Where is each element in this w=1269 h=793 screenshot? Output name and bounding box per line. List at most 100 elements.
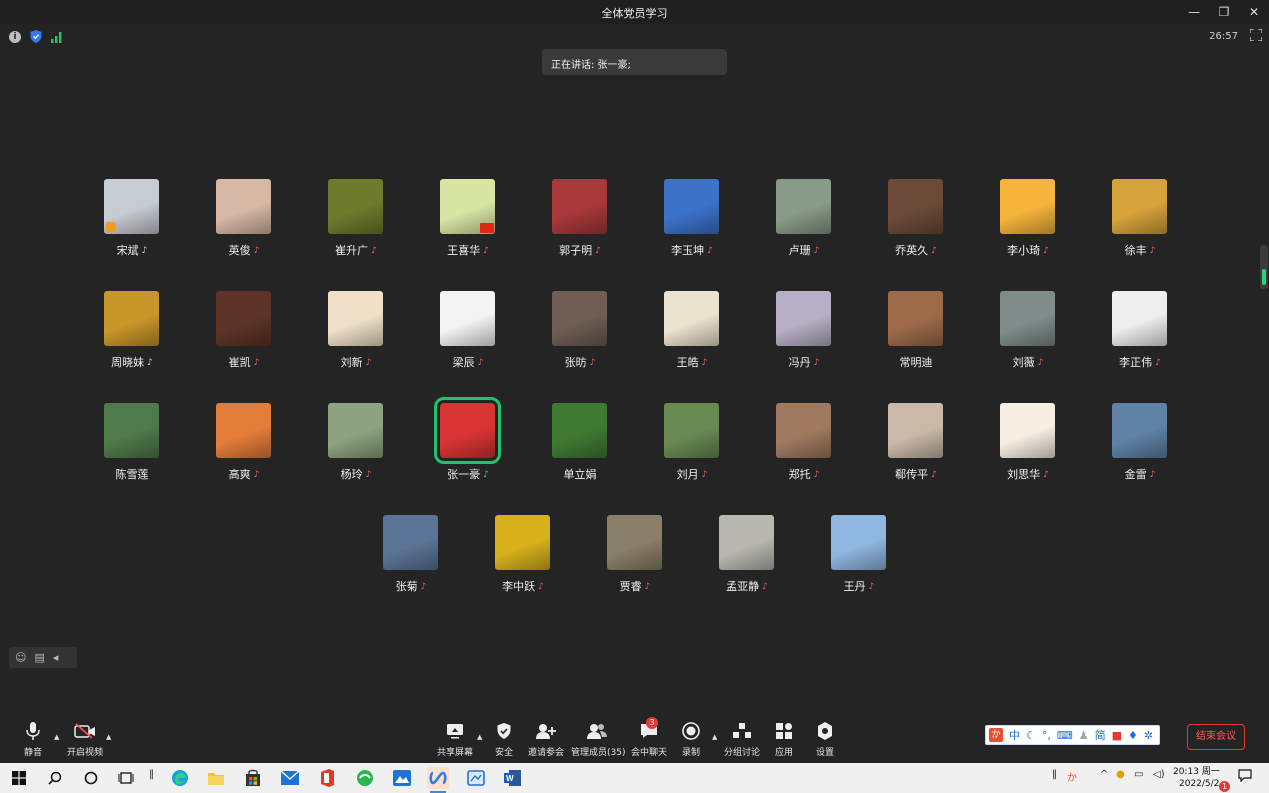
participant-tile[interactable]: 金雷 ♪ — [1084, 403, 1196, 515]
participant-tile[interactable]: 李正伟 ♪ — [1084, 291, 1196, 403]
participant-tile[interactable]: 张昉 ♪ — [524, 291, 636, 403]
record-button[interactable]: 录制 — [679, 721, 703, 758]
share-options-caret-icon[interactable]: ▲ — [477, 733, 482, 741]
comment-icon[interactable]: ▤ — [34, 651, 44, 664]
cortana-icon[interactable] — [80, 767, 102, 789]
mute-button[interactable]: 静音 — [18, 721, 48, 758]
mail-icon[interactable] — [279, 767, 301, 789]
participant-tile[interactable]: 刘思华 ♪ — [972, 403, 1084, 515]
security-button[interactable]: 安全 — [491, 721, 517, 758]
skin-icon[interactable]: ♦ — [1128, 729, 1138, 742]
ime-logo-icon[interactable]: か — [989, 728, 1003, 742]
participant-tile[interactable]: 周晓妹 ♪ — [76, 291, 188, 403]
system-clock[interactable]: 20:13 周一 2022/5/2 — [1173, 766, 1220, 790]
share-screen-button[interactable]: 共享屏幕 — [436, 721, 474, 758]
show-hidden-icons-icon[interactable]: ^ — [1100, 769, 1108, 780]
participant-tile[interactable]: 贾睿 ♪ — [579, 515, 691, 627]
participant-tile[interactable]: 宋斌 ♪ — [76, 179, 188, 291]
keyboard-icon[interactable]: ⌨ — [1057, 729, 1073, 742]
input-method-bar[interactable]: か 中 ☾ °, ⌨ ♟ 简 ■ ♦ ✲ — [985, 725, 1160, 745]
screenshot-tool-icon[interactable] — [465, 767, 487, 789]
end-meeting-button[interactable]: 结束会议 — [1187, 724, 1245, 750]
ime-tray-icon[interactable]: か — [1067, 769, 1077, 784]
qqbrowser-icon[interactable] — [354, 767, 376, 789]
search-icon[interactable] — [44, 767, 66, 789]
ime-settings-icon[interactable]: ✲ — [1144, 729, 1153, 742]
info-icon[interactable]: i — [9, 30, 21, 43]
notification-center-icon[interactable] — [1238, 769, 1252, 785]
store-icon[interactable] — [242, 767, 264, 789]
windows-start-icon[interactable] — [8, 767, 30, 789]
office-icon[interactable] — [316, 767, 338, 789]
network-signal-icon[interactable] — [51, 31, 63, 43]
edge-browser-icon[interactable] — [169, 767, 191, 789]
participant-tile[interactable]: 孟亚静 ♪ — [691, 515, 803, 627]
network-icon[interactable]: ▭ — [1134, 769, 1143, 780]
punctuation-icon[interactable]: °, — [1042, 729, 1051, 742]
participant-tile[interactable]: 郗传平 ♪ — [860, 403, 972, 515]
participant-tile[interactable]: 刘薇 ♪ — [972, 291, 1084, 403]
emoji-icon[interactable]: ☺ — [15, 651, 26, 664]
participant-tile[interactable]: 郑托 ♪ — [748, 403, 860, 515]
participant-tile[interactable]: 梁辰 ♪ — [412, 291, 524, 403]
participant-tile[interactable]: 陈雪莲 — [76, 403, 188, 515]
settings-button[interactable]: 设置 — [813, 721, 837, 758]
invite-button[interactable]: 邀请参会 — [528, 721, 564, 758]
participant-tile[interactable]: 杨玲 ♪ — [300, 403, 412, 515]
ime-simplified-mode[interactable]: 简 — [1095, 727, 1106, 743]
record-options-caret-icon[interactable]: ▲ — [712, 733, 717, 741]
participant-tile[interactable]: 王丹 ♪ — [803, 515, 915, 627]
clock-date: 2022/5/2 — [1179, 779, 1220, 789]
participant-tile[interactable]: 单立娟 — [524, 403, 636, 515]
participant-tile[interactable]: 常明迪 — [860, 291, 972, 403]
participant-tile[interactable]: 刘新 ♪ — [300, 291, 412, 403]
participant-name-text: 李玉坤 — [671, 244, 705, 257]
participant-tile[interactable]: 英俊 ♪ — [188, 179, 300, 291]
tencent-meeting-taskbar-icon[interactable] — [427, 767, 449, 793]
fullscreen-icon[interactable] — [1250, 29, 1262, 41]
participant-tile[interactable]: 徐丰 ♪ — [1084, 179, 1196, 291]
participant-tile[interactable]: 李玉坤 ♪ — [636, 179, 748, 291]
participant-tile[interactable]: 崔凯 ♪ — [188, 291, 300, 403]
participant-tile[interactable]: 张一豪 ♪ — [412, 397, 524, 515]
tray-app-icon[interactable]: ● — [1116, 769, 1125, 780]
volume-icon[interactable]: ◁) — [1153, 769, 1165, 780]
participant-name-text: 郗传平 — [895, 468, 929, 481]
participant-tile[interactable]: 李中跃 ♪ — [467, 515, 579, 627]
user-icon[interactable]: ♟ — [1079, 729, 1089, 742]
participant-avatar — [664, 403, 719, 458]
participant-name: 王喜华 ♪ — [412, 242, 524, 258]
task-view-icon[interactable] — [115, 767, 137, 789]
participant-tile[interactable]: 王喜华 ♪ — [412, 179, 524, 291]
security-shield-icon[interactable] — [30, 30, 42, 43]
photos-icon[interactable] — [391, 767, 413, 789]
audio-options-caret-icon[interactable]: ▲ — [54, 733, 59, 741]
chat-button[interactable]: 3 会中聊天 — [631, 717, 667, 758]
manage-members-button[interactable]: 管理成员(35) — [571, 721, 625, 758]
moon-icon[interactable]: ☾ — [1026, 729, 1036, 742]
file-explorer-icon[interactable] — [205, 767, 227, 789]
participant-tile[interactable]: 高爽 ♪ — [188, 403, 300, 515]
participant-tile[interactable]: 刘月 ♪ — [636, 403, 748, 515]
participant-tile[interactable]: 乔英久 ♪ — [860, 179, 972, 291]
participant-tile[interactable]: 王皓 ♪ — [636, 291, 748, 403]
participant-tile[interactable]: 李小琦 ♪ — [972, 179, 1084, 291]
close-button[interactable]: ✕ — [1244, 3, 1264, 21]
breakout-rooms-button[interactable]: 分组讨论 — [724, 721, 760, 758]
word-icon[interactable]: W — [502, 767, 524, 789]
participant-tile[interactable]: 郭子明 ♪ — [524, 179, 636, 291]
participant-tile[interactable]: 崔升广 ♪ — [300, 179, 412, 291]
ime-chinese-mode[interactable]: 中 — [1009, 727, 1020, 743]
video-icon[interactable]: ■ — [1112, 729, 1122, 742]
participant-name-text: 乔英久 — [895, 244, 929, 257]
start-video-button[interactable]: 开启视频 — [66, 721, 104, 758]
minimize-button[interactable]: — — [1184, 3, 1204, 21]
participant-tile[interactable]: 卢珊 ♪ — [748, 179, 860, 291]
video-options-caret-icon[interactable]: ▲ — [106, 733, 111, 741]
gallery-scroll-indicator[interactable] — [1260, 245, 1268, 289]
collapse-arrow-icon[interactable]: ◂ — [53, 651, 59, 664]
participant-tile[interactable]: 张菊 ♪ — [355, 515, 467, 627]
participant-tile[interactable]: 冯丹 ♪ — [748, 291, 860, 403]
apps-button[interactable]: 应用 — [772, 721, 796, 758]
restore-button[interactable]: ❐ — [1214, 3, 1234, 21]
